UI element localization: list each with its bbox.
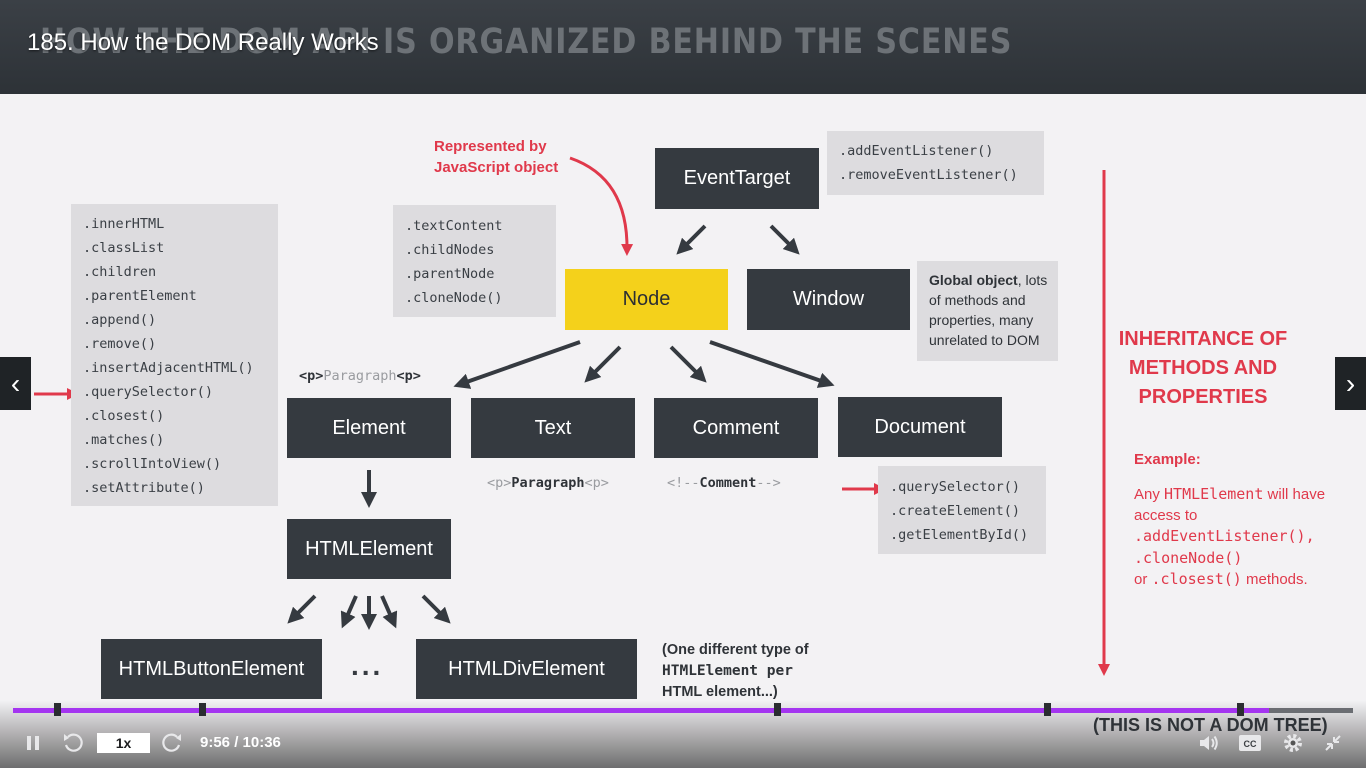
example-text: Any HTMLElement will have access to .add… [1134, 485, 1326, 588]
settings-button[interactable] [1280, 730, 1306, 756]
arrow-htmlel-child-2 [340, 595, 358, 629]
method-item: .scrollIntoView() [83, 456, 222, 472]
method-item: .insertAdjacentHTML() [83, 360, 254, 376]
element-methods-panel: .innerHTML .classList .children .parentE… [71, 204, 278, 506]
method-item: .textContent [405, 218, 503, 234]
arrow-node-element [453, 340, 581, 389]
time-display: 9:56 / 10:36 [200, 734, 281, 751]
chevron-right-icon: › [1345, 367, 1356, 399]
inheritance-label: INHERITANCE OF METHODS AND PROPERTIES [1118, 328, 1288, 408]
pause-icon [27, 736, 39, 750]
method-item: .children [83, 264, 157, 280]
method-item: .querySelector() [890, 479, 1021, 495]
window-note-panel: Global object, lots of methods and prope… [917, 261, 1058, 361]
arrow-node-text [584, 345, 622, 383]
method-item: .append() [83, 312, 157, 328]
method-item: .matches() [83, 432, 165, 448]
comment-example: <!--Comment--> [667, 475, 781, 491]
method-item: .closest() [83, 408, 165, 424]
method-item: .remove() [83, 336, 157, 352]
volume-button[interactable] [1197, 731, 1221, 755]
previous-lecture-button[interactable]: ‹ [0, 357, 31, 410]
element-example: <p>Paragraph<p> [299, 368, 421, 384]
forward-button[interactable] [160, 731, 184, 755]
method-item: .cloneNode() [405, 290, 503, 306]
slide-header: HOW THE DOM API IS ORGANIZED BEHIND THE … [0, 0, 1366, 94]
svg-text:CC: CC [1244, 739, 1257, 749]
chevron-left-icon: ‹ [10, 367, 21, 399]
method-item: .createElement() [890, 503, 1021, 519]
rewind-5-icon [64, 733, 83, 752]
ellipsis: ... [351, 650, 384, 681]
captions-icon: CC [1239, 735, 1261, 751]
method-item: .getElementById() [890, 527, 1029, 543]
method-item: .querySelector() [83, 384, 214, 400]
arrow-eventtarget-node [676, 224, 707, 255]
exit-fullscreen-icon [1325, 735, 1341, 751]
node-box: Node [565, 269, 728, 330]
arrow-eventtarget-window [769, 224, 800, 255]
progress-bar[interactable] [13, 708, 1353, 713]
comment-box: Comment [654, 398, 818, 458]
rewind-button[interactable] [61, 731, 85, 755]
document-methods-panel: .querySelector() .createElement() .getEl… [878, 466, 1046, 554]
pause-button[interactable] [22, 733, 44, 753]
htmlelement-box: HTMLElement [287, 519, 451, 579]
arrow-htmlel-child-5 [421, 594, 451, 624]
playback-speed-button[interactable]: 1x [97, 733, 150, 753]
chapter-marker[interactable] [54, 703, 61, 716]
window-box: Window [747, 269, 910, 330]
arrow-node-document [709, 340, 835, 388]
method-item: .setAttribute() [83, 480, 205, 496]
method-item: .parentElement [83, 288, 197, 304]
next-lecture-button[interactable]: › [1335, 357, 1366, 410]
method-item: .parentNode [405, 266, 495, 282]
arrow-represented-by [569, 156, 634, 256]
video-title: 185. How the DOM Really Works [27, 29, 379, 56]
exit-fullscreen-button[interactable] [1321, 731, 1345, 755]
video-player[interactable]: HOW THE DOM API IS ORGANIZED BEHIND THE … [0, 0, 1366, 768]
volume-icon [1200, 735, 1218, 751]
example-heading: Example: [1134, 451, 1201, 468]
document-box: Document [838, 397, 1002, 457]
method-item: .addEventListener() [839, 143, 994, 159]
eventtarget-methods-panel: .addEventListener() .removeEventListener… [827, 131, 1044, 195]
window-note-bold: Global object [929, 272, 1018, 288]
node-methods-panel: .textContent .childNodes .parentNode .cl… [393, 205, 556, 317]
forward-5-icon [162, 733, 181, 752]
arrow-htmlel-child-1 [287, 594, 317, 624]
arrow-node-comment [669, 345, 707, 383]
chapter-marker[interactable] [1237, 703, 1244, 716]
element-box: Element [287, 398, 451, 458]
htmlbuttonelement-box: HTMLButtonElement [101, 639, 322, 699]
text-example: <p>Paragraph<p> [487, 475, 609, 491]
method-item: .innerHTML [83, 216, 165, 232]
method-item: .removeEventListener() [839, 167, 1018, 183]
gear-icon [1284, 734, 1302, 752]
text-box: Text [471, 398, 635, 458]
chapter-marker[interactable] [774, 703, 781, 716]
method-item: .childNodes [405, 242, 495, 258]
arrow-htmlel-child-4 [380, 595, 398, 629]
method-item: .classList [83, 240, 165, 256]
represented-by-label: Represented by JavaScript object [434, 138, 559, 176]
eventtarget-box: EventTarget [655, 148, 819, 209]
htmldivelement-box: HTMLDivElement [416, 639, 637, 699]
chapter-marker[interactable] [1044, 703, 1051, 716]
chapter-marker[interactable] [199, 703, 206, 716]
htmlelement-note: (One different type of HTMLElement per H… [662, 642, 809, 700]
captions-button[interactable]: CC [1237, 731, 1263, 755]
